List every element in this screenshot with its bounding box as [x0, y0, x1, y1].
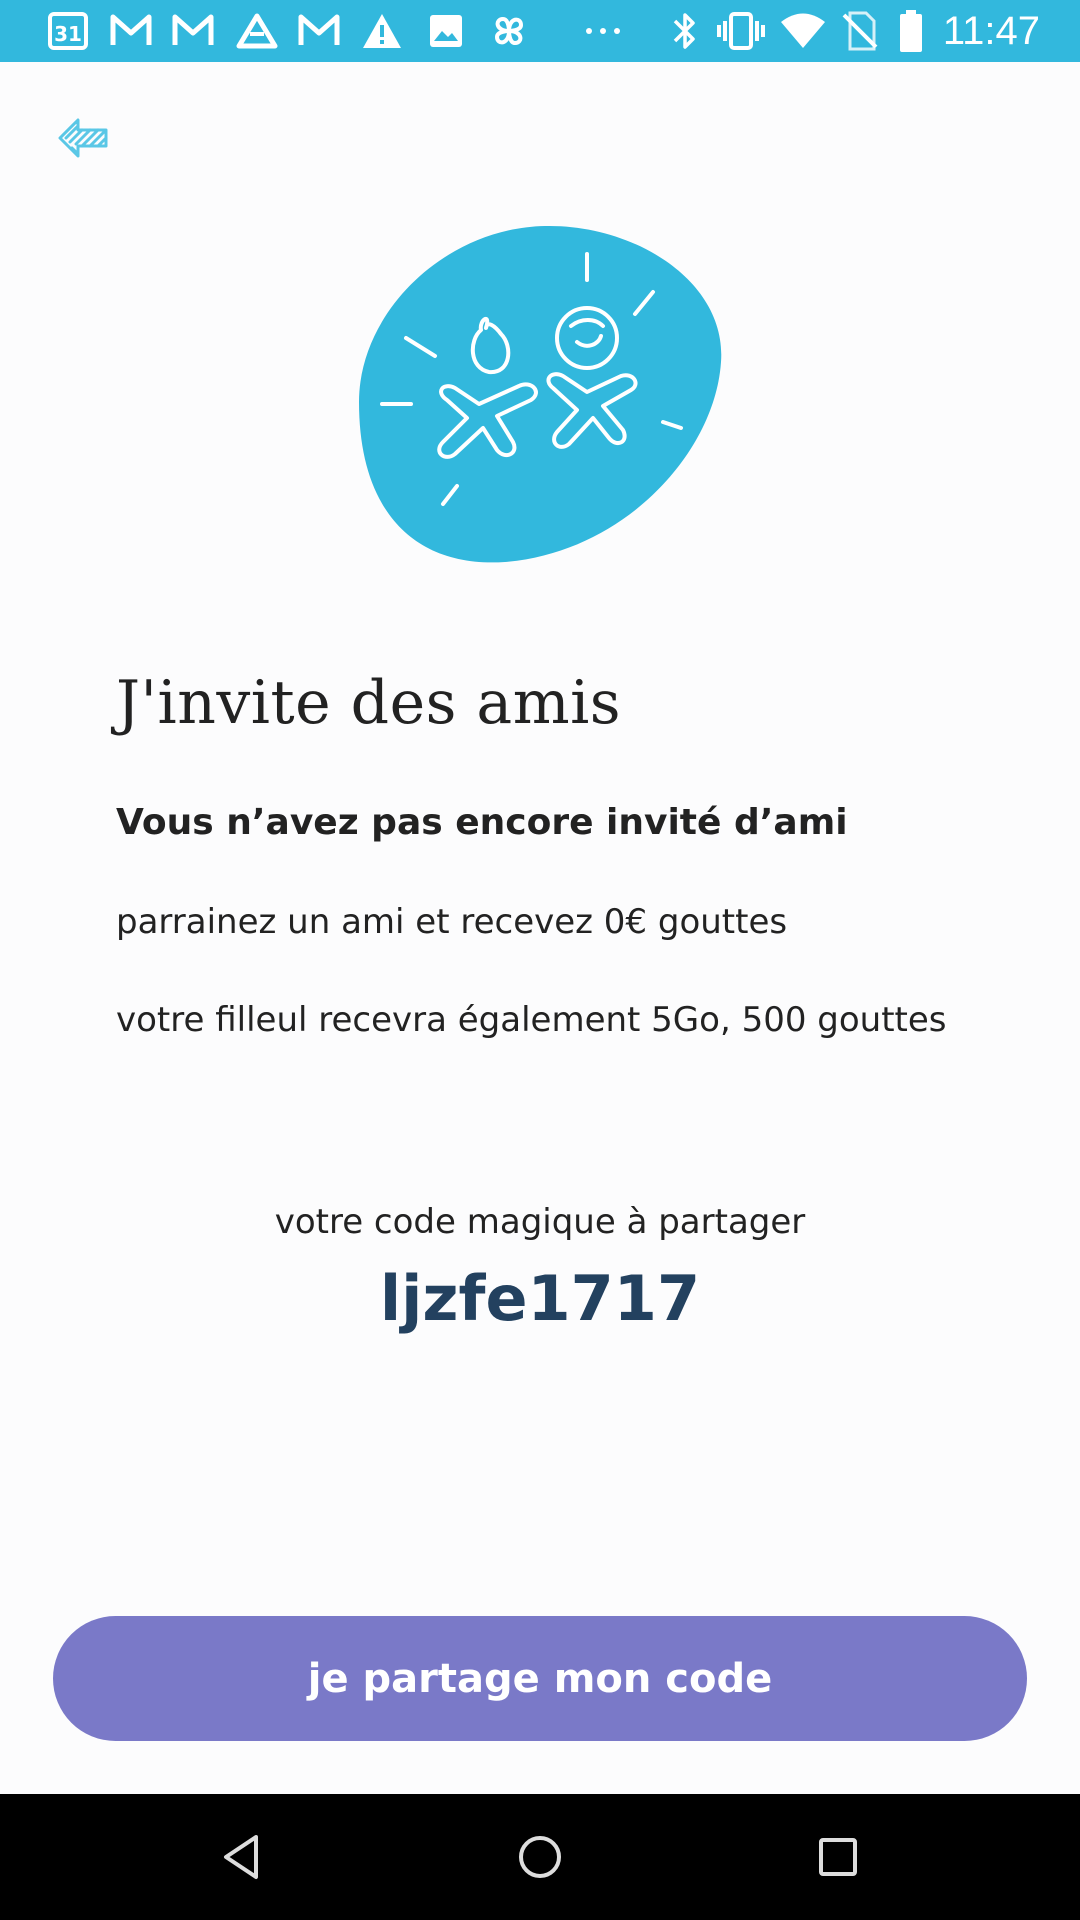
bluetooth-icon — [668, 10, 702, 52]
pinwheel-icon — [486, 10, 532, 52]
calendar-icon: 31 — [46, 10, 90, 52]
invite-status-text: Vous n’avez pas encore invité d’ami — [116, 802, 848, 843]
gmail-icon — [170, 10, 216, 52]
warning-icon — [360, 10, 404, 52]
page-title: J'invite des amis — [116, 668, 622, 738]
more-icon — [580, 10, 626, 52]
gmail-icon — [296, 10, 342, 52]
wifi-icon — [780, 10, 826, 52]
back-triangle-icon[interactable] — [212, 1827, 272, 1887]
code-label: votre code magique à partager — [274, 1202, 806, 1242]
status-bar: 31 11:47 — [0, 0, 1080, 62]
status-time: 11:47 — [942, 9, 1040, 53]
gmail-icon — [108, 10, 154, 52]
home-circle-icon[interactable] — [510, 1827, 570, 1887]
battery-icon — [896, 10, 926, 52]
vibrate-icon — [716, 10, 766, 52]
back-arrow-icon[interactable] — [56, 114, 112, 162]
no-sim-icon — [840, 10, 880, 52]
referral-reward-text: parrainez un ami et recevez 0€ gouttes — [116, 902, 788, 942]
invite-illustration — [355, 222, 727, 564]
referee-reward-text: votre filleul recevra également 5Go, 500… — [116, 1000, 947, 1040]
recents-square-icon[interactable] — [808, 1827, 868, 1887]
svg-text:31: 31 — [54, 22, 82, 46]
navigation-bar — [0, 1794, 1080, 1920]
share-code-button[interactable]: je partage mon code — [53, 1616, 1027, 1741]
drive-icon — [234, 10, 280, 52]
image-icon — [426, 10, 466, 52]
referral-code: ljzfe1717 — [379, 1262, 701, 1335]
